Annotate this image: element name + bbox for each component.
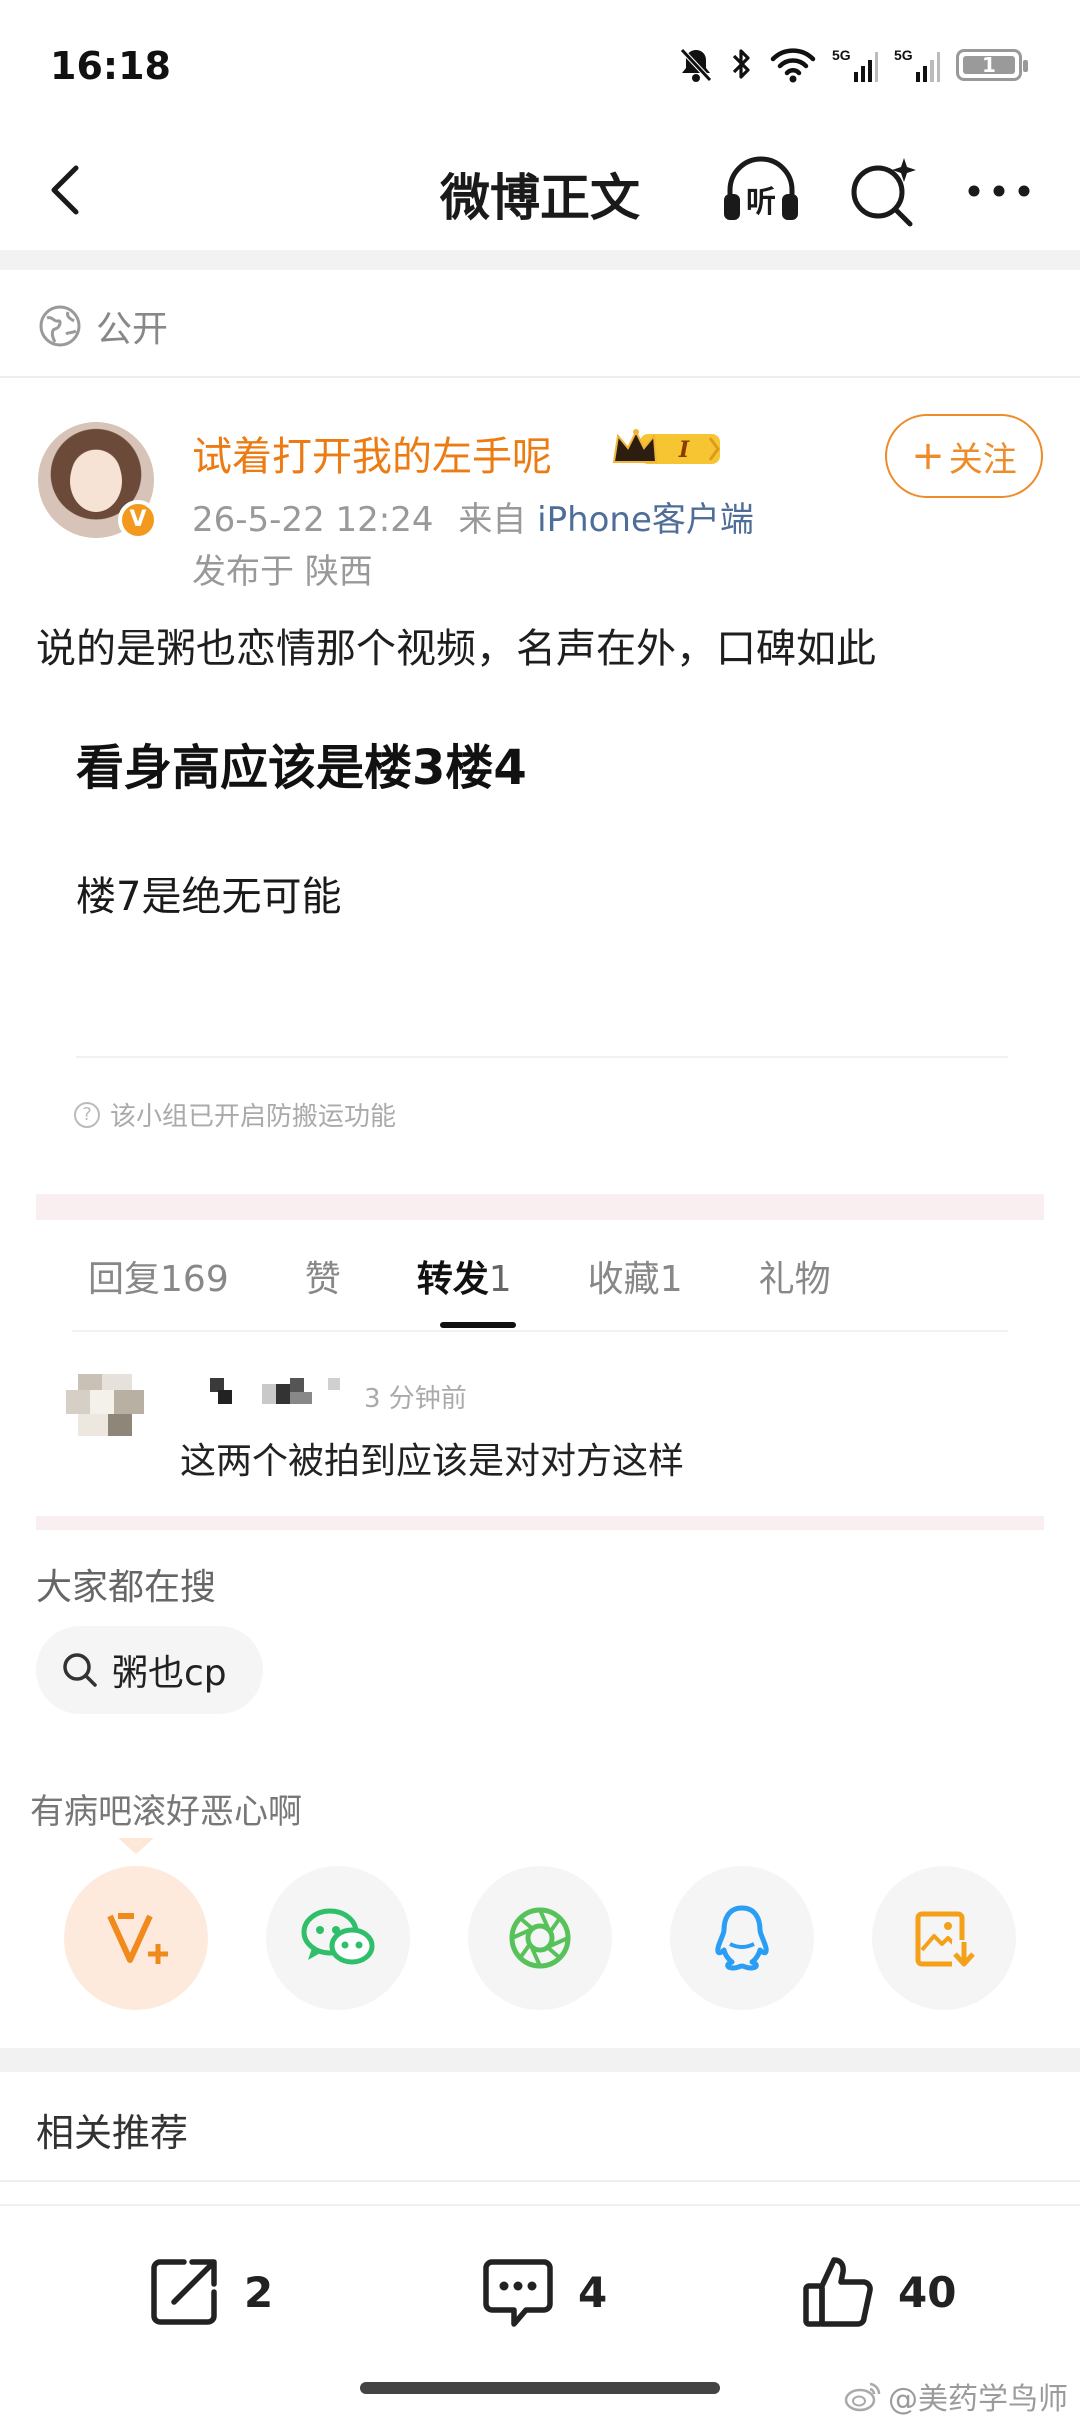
divider — [0, 2180, 1080, 2182]
visibility-row: 公开 — [38, 300, 168, 352]
wechat-icon — [301, 1908, 375, 1965]
thumbs-up-icon — [803, 2257, 873, 2327]
post-meta: 26-5-22 12:24 来自 iPhone客户端 — [192, 492, 754, 541]
post-location: 发布于 陕西 — [192, 544, 373, 593]
bluetooth-icon — [732, 49, 750, 79]
svg-text:5G: 5G — [832, 47, 851, 63]
save-image-icon — [915, 1911, 975, 1968]
post-time: 26-5-22 12:24 — [192, 500, 434, 540]
like-count: 40 — [898, 2267, 957, 2317]
share-to-vplus-button[interactable] — [64, 1866, 208, 2010]
like-button[interactable]: 40 — [798, 2252, 956, 2332]
post-source[interactable]: iPhone客户端 — [537, 500, 754, 540]
globe-icon — [39, 305, 81, 347]
verified-badge: V — [118, 500, 158, 540]
more-dots-icon — [968, 185, 1030, 197]
quote-line: 楼7是绝无可能 — [76, 874, 342, 920]
repost-text: 这两个被拍到应该是对对方这样 — [180, 1441, 685, 1482]
search-sparkle-icon — [851, 158, 916, 227]
vip-crown-icon: I — [612, 429, 720, 464]
mute-icon — [680, 48, 712, 82]
share-to-wechat-button[interactable] — [266, 1866, 410, 2010]
tab-replies[interactable]: 回复169 — [88, 1250, 229, 1302]
tab-gifts[interactable]: 礼物 — [759, 1250, 831, 1302]
comment-button[interactable]: 4 — [478, 2252, 607, 2332]
divider — [76, 1056, 1008, 1058]
search-chip-label: 粥也cp — [112, 1653, 227, 1694]
section-separator — [0, 250, 1080, 270]
qq-icon — [715, 1905, 769, 1971]
share-hint-pointer — [118, 1838, 154, 1854]
share-to-moments-button[interactable] — [468, 1866, 612, 2010]
share-to-qq-button[interactable] — [670, 1866, 814, 2010]
v-plus-icon — [107, 1913, 168, 1964]
share-hint: 有病吧滚好恶心啊 — [30, 1792, 302, 1832]
active-tab-indicator — [440, 1322, 516, 1328]
repost-username-pixelated[interactable] — [210, 1374, 340, 1408]
section-separator — [36, 1194, 1044, 1220]
svg-text:5G: 5G — [894, 47, 913, 63]
follow-button[interactable]: + 关注 — [885, 414, 1043, 498]
post-text: 说的是粥也恋情那个视频，名声在外，口碑如此 — [36, 626, 876, 672]
status-bar: 16:18 5G 5G 1 — [0, 0, 1080, 130]
trending-search-chip[interactable]: 粥也cp — [36, 1626, 263, 1714]
avatar-face — [70, 450, 122, 512]
location-prefix: 发布于 — [192, 552, 294, 592]
watermark-text: @美药学鸟师 — [888, 2382, 1068, 2417]
save-image-button[interactable] — [872, 1866, 1016, 2010]
question-icon: ? — [74, 1101, 100, 1128]
group-note: ? 该小组已开启防搬运功能 — [74, 1096, 396, 1133]
repost-icon — [151, 2259, 217, 2325]
trending-search-header: 大家都在搜 — [36, 1567, 217, 1608]
follow-label: 关注 — [948, 439, 1017, 480]
plus-icon: + — [911, 433, 945, 479]
watermark: @美药学鸟师 — [844, 2374, 1068, 2418]
divider — [0, 376, 1080, 378]
home-indicator[interactable] — [360, 2382, 720, 2394]
battery-level: 1 — [982, 53, 996, 77]
repost-count: 2 — [244, 2267, 274, 2317]
signal-5g-icon: 5G — [832, 47, 878, 82]
search-icon — [63, 1653, 97, 1687]
search-button[interactable] — [840, 148, 926, 234]
listen-button[interactable]: 听 — [718, 148, 804, 234]
quote-title: 看身高应该是楼3楼4 — [76, 740, 527, 796]
interaction-tabs: 回复169 赞 转发1 收藏1 礼物 — [88, 1250, 907, 1302]
section-separator — [0, 2048, 1080, 2072]
moments-icon — [509, 1907, 571, 1969]
tab-favorites[interactable]: 收藏1 — [588, 1250, 683, 1302]
weibo-logo-icon — [844, 2382, 881, 2412]
visibility-label: 公开 — [96, 309, 169, 350]
repost-avatar-pixelated[interactable] — [66, 1374, 150, 1444]
tab-reposts[interactable]: 转发1 — [417, 1250, 512, 1302]
nav-bar: 微博正文 听 — [0, 130, 1080, 250]
source-prefix: 来自 — [458, 500, 527, 540]
signal-5g-icon-2: 5G — [894, 47, 940, 82]
more-button[interactable] — [956, 148, 1042, 234]
status-time: 16:18 — [50, 44, 171, 88]
divider — [72, 1330, 1008, 1332]
vip-level: I — [678, 437, 690, 463]
headphones-icon: 听 — [724, 156, 798, 220]
listen-label: 听 — [746, 185, 776, 220]
comment-count: 4 — [578, 2267, 608, 2317]
tab-likes[interactable]: 赞 — [305, 1250, 341, 1302]
battery-icon: 1 — [956, 49, 1028, 81]
comment-icon — [483, 2259, 553, 2327]
group-note-text: 该小组已开启防搬运功能 — [110, 1102, 397, 1132]
section-separator — [36, 1516, 1044, 1530]
repost-time: 3 分钟前 — [364, 1384, 467, 1414]
author-name[interactable]: 试着打开我的左手呢 — [192, 424, 552, 482]
location-name: 陕西 — [304, 552, 373, 592]
related-header: 相关推荐 — [36, 2111, 189, 2155]
bottom-action-bar: 2 4 40 @美药学鸟师 — [0, 2204, 1080, 2417]
repost-button[interactable]: 2 — [144, 2252, 273, 2332]
status-icons: 5G 5G 1 — [678, 46, 1028, 84]
wifi-icon — [770, 48, 816, 83]
